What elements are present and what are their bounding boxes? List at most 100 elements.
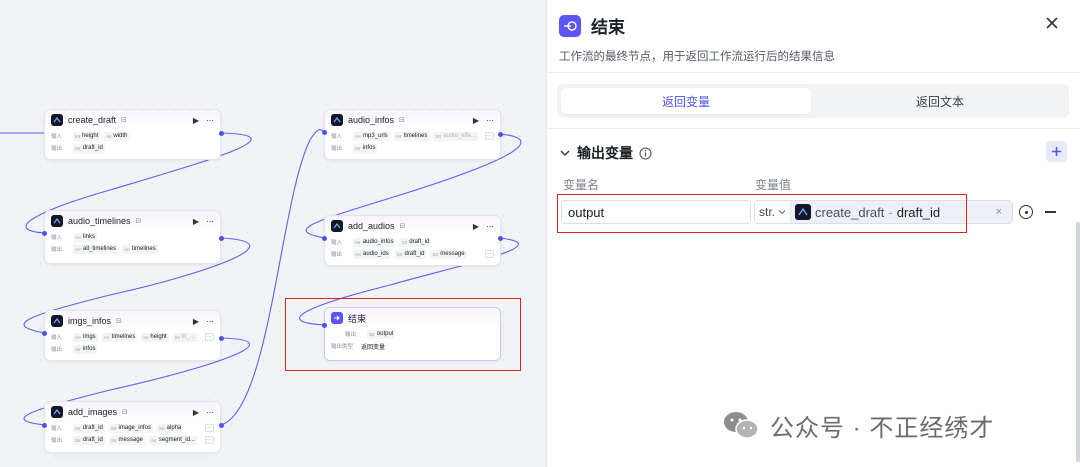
node-add-images[interactable]: add_images ⊟ ▶ ⋯ 输入 Str draft_id Str image_… [44,401,221,453]
info-icon: ⊟ [121,117,127,124]
end-icon [559,14,581,37]
node-port[interactable] [42,423,47,428]
highlight-box [285,298,521,371]
param-chip: Str audio_effe... [433,131,479,141]
plugin-icon [331,114,343,126]
param-chip: Arr mp3_urls [353,131,390,141]
scrollbar[interactable] [1076,222,1080,462]
param-chip: Str draft_id [73,143,105,153]
node-port[interactable] [322,236,327,241]
node-port[interactable] [219,236,224,241]
node-port[interactable] [219,336,224,341]
node-output-row: 输出 Str draft_id Str message Arr segment_id.… [51,435,214,445]
param-chip: Str draft_id [73,423,105,433]
more-icon[interactable]: ⋯ [486,116,494,125]
clear-icon[interactable]: × [996,206,1008,218]
info-icon: ⊟ [122,409,128,416]
workflow-canvas[interactable]: create_draft ⊟ ▶ ⋯ 输入 Int height Int width … [0,0,546,467]
param-chip: Str image_infos [108,423,153,433]
info-icon: ⊟ [135,218,142,225]
highlight-box [557,194,967,233]
more-icon[interactable]: ⋯ [206,408,214,417]
node-title: add_images [68,407,118,417]
info-icon[interactable] [639,146,652,160]
node-port[interactable] [42,331,47,336]
wechat-icon [724,411,759,439]
param-chip: Str message [430,249,467,259]
divider [547,128,1080,129]
node-port[interactable] [322,130,327,135]
param-chip: Int in_... [172,332,197,342]
node-input-row: 输入 Arr links [51,232,98,242]
reference-settings-icon[interactable] [1019,205,1033,219]
chevron-down-icon[interactable] [559,147,571,159]
column-header-name: 变量名 [563,178,600,192]
more-params-icon[interactable]: ⋯ [485,132,494,140]
tabs: 返回变量 返回文本 [557,84,1069,118]
param-chip: Str infos [73,344,98,354]
param-chip: Int height [73,131,101,141]
close-icon[interactable] [1044,15,1060,31]
run-icon[interactable]: ▶ [473,116,479,125]
more-params-icon[interactable]: ⋯ [485,250,494,258]
more-icon[interactable]: ⋯ [206,116,214,125]
node-output-row: 输出 Arr all_timelines Arr timelines [51,244,158,254]
section-title: 输出变量 [577,145,633,161]
param-chip: Str draft_id [394,249,427,259]
node-create-draft[interactable]: create_draft ⊟ ▶ ⋯ 输入 Int height Int width … [44,109,221,160]
tab-return-variable[interactable]: 返回变量 [561,88,811,114]
info-icon: ⊟ [116,318,122,325]
more-icon[interactable]: ⋯ [486,222,494,231]
run-icon[interactable]: ▶ [193,116,199,125]
more-params-icon[interactable]: ⋯ [205,333,214,341]
node-title: add_audios [348,221,395,231]
plugin-icon [51,406,63,418]
run-icon[interactable]: ▶ [473,222,479,231]
end-node-panel: 结束 工作流的最终节点，用于返回工作流运行后的结果信息 返回变量 返回文本 输出… [546,0,1080,467]
node-port[interactable] [42,231,47,236]
more-icon[interactable]: ⋯ [206,217,214,226]
node-add-audios[interactable]: add_audios ⊟ ▶ ⋯ 输入 Str audio_infos Str dra… [324,215,501,266]
plugin-icon [51,114,63,126]
param-chip: Str draft_id [73,435,105,445]
plugin-icon [51,215,63,227]
param-chip: Arr timelines [122,244,158,254]
info-icon: ⊟ [399,223,406,230]
column-header-value: 变量值 [755,178,792,192]
plus-icon [1052,147,1061,156]
node-output-row: 输出 Str draft_id [51,143,105,153]
more-params-icon[interactable]: ⋯ [205,436,214,444]
param-chip: Arr imgs [73,332,98,342]
node-input-row: 输入 Int height Int width [51,131,130,141]
node-title: audio_timelines [68,216,131,226]
info-icon: ⊟ [399,117,405,124]
output-variables-header[interactable]: 输出变量 [559,143,652,163]
panel-description: 工作流的最终节点，用于返回工作流运行后的结果信息 [559,51,835,63]
more-icon[interactable]: ⋯ [206,317,214,326]
node-imgs-infos[interactable]: imgs_infos ⊟ ▶ ⋯ 输入 Arr imgs Arr timelines … [44,310,221,361]
param-chip: Arr links [73,232,98,242]
remove-variable-button[interactable] [1045,211,1056,213]
param-chip: Str audio_infos [353,237,396,247]
node-audio-infos[interactable]: audio_infos ⊟ ▶ ⋯ 输入 Arr mp3_urls Arr timel… [324,109,501,160]
run-icon[interactable]: ▶ [193,317,199,326]
node-title: create_draft [68,115,117,125]
param-chip: Arr segment_id... [148,435,197,445]
node-input-row: 输入 Str draft_id Str image_infos Str alpha ⋯ [51,423,214,433]
tab-return-text[interactable]: 返回文本 [815,88,1065,114]
run-icon[interactable]: ▶ [193,408,199,417]
param-chip: Arr timelines [101,332,138,342]
param-chip: Int width [104,131,130,141]
param-chip: Str infos [353,143,378,153]
node-port[interactable] [498,132,503,137]
more-params-icon[interactable]: ⋯ [205,424,214,432]
add-variable-button[interactable] [1046,141,1067,162]
param-chip: Int height [141,332,169,342]
param-chip: Str draft_id [399,237,432,247]
node-port[interactable] [219,423,224,428]
run-icon[interactable]: ▶ [193,217,199,226]
node-port[interactable] [219,131,224,136]
node-audio-timelines[interactable]: audio_timelines ⊟ ▶ ⋯ 输入 Arr links 输出 Arr a… [44,210,221,264]
param-chip: Arr all_timelines [73,244,119,254]
node-port[interactable] [498,236,503,241]
